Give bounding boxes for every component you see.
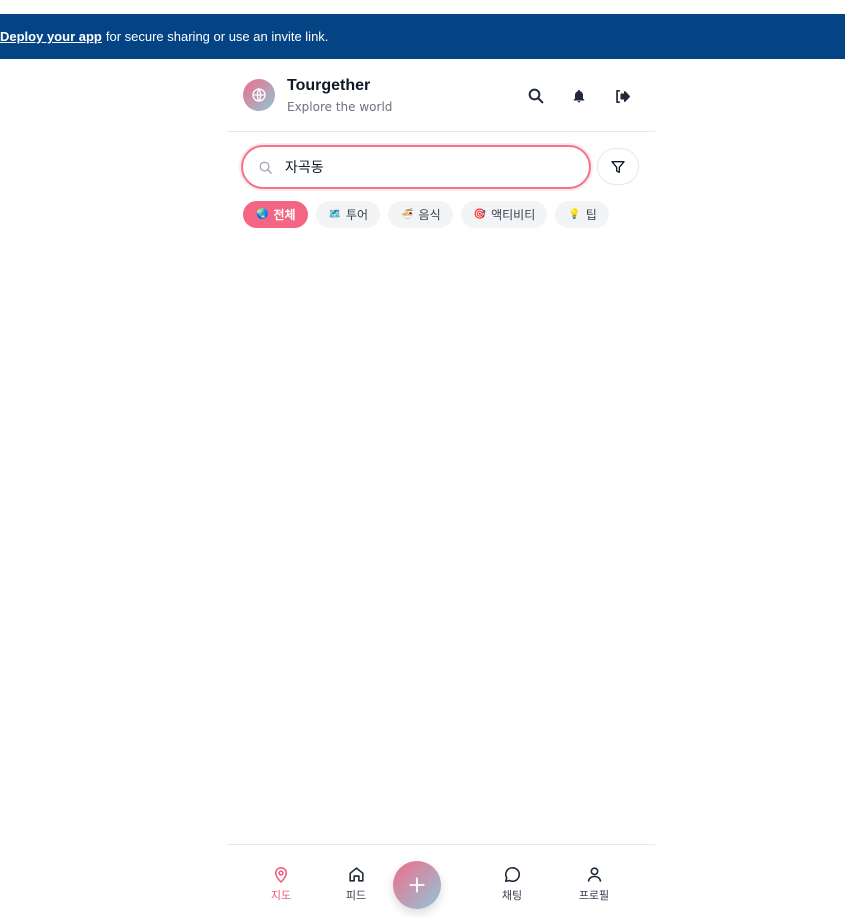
search-icon [258,160,273,179]
globe-emoji-icon: 🌏 [256,209,269,220]
chat-bubble-icon [504,866,520,883]
bottom-navigation: 지도 피드 채팅 프로필 [227,844,655,917]
nav-label: 채팅 [501,889,523,902]
app-subtitle: Explore the world [287,100,393,114]
map-emoji-icon: 🗺️ [328,209,341,220]
category-chip-tour[interactable]: 🗺️ 투어 [315,201,381,228]
globe-logo-icon [243,79,275,111]
home-icon [348,867,364,882]
category-chip-tip[interactable]: 💡 팁 [555,201,609,228]
category-chips: 🌏 전체 🗺️ 투어 🍜 음식 🎯 액티비티 💡 팁 [243,201,609,228]
plus-icon [409,877,425,893]
target-emoji-icon: 🎯 [473,209,487,220]
category-label: 팁 [585,208,597,222]
banner-message: for secure sharing or use an invite link… [105,29,329,44]
nav-item-feed[interactable]: 피드 [331,865,381,903]
category-label: 전체 [273,208,296,222]
filter-button[interactable] [597,148,639,185]
category-chip-all[interactable]: 🌏 전체 [243,201,308,228]
search-icon[interactable] [525,85,547,107]
deploy-app-link[interactable]: Deploy your app [0,29,102,44]
category-label: 투어 [346,208,369,222]
nav-item-map[interactable]: 지도 [256,865,306,903]
category-chip-activity[interactable]: 🎯 액티비티 [460,201,548,228]
filter-icon [611,160,625,173]
logout-icon[interactable] [611,85,633,107]
nav-item-profile[interactable]: 프로필 [569,865,619,903]
app-header: Tourgether Explore the world [227,59,655,132]
search-row [227,145,655,189]
app-container: Tourgether Explore the world 자곡동 🌏 전체 🗺️… [227,59,655,917]
category-chip-food[interactable]: 🍜 음식 [388,201,453,228]
create-post-button[interactable] [393,861,441,909]
nav-label: 프로필 [578,889,610,902]
category-label: 음식 [418,208,441,222]
search-input[interactable] [285,155,575,179]
noodle-emoji-icon: 🍜 [401,209,414,220]
user-icon [587,867,601,882]
nav-item-chat[interactable]: 채팅 [487,865,537,903]
lightbulb-emoji-icon: 💡 [568,209,581,220]
category-label: 액티비티 [491,208,536,222]
app-title: Tourgether [287,77,371,94]
nav-label: 피드 [345,889,367,902]
map-pin-icon [274,867,288,884]
deploy-banner: Deploy your app for secure sharing or us… [0,14,845,59]
bell-icon[interactable] [568,85,590,107]
search-field[interactable] [241,145,591,189]
nav-label: 지도 [270,889,292,902]
